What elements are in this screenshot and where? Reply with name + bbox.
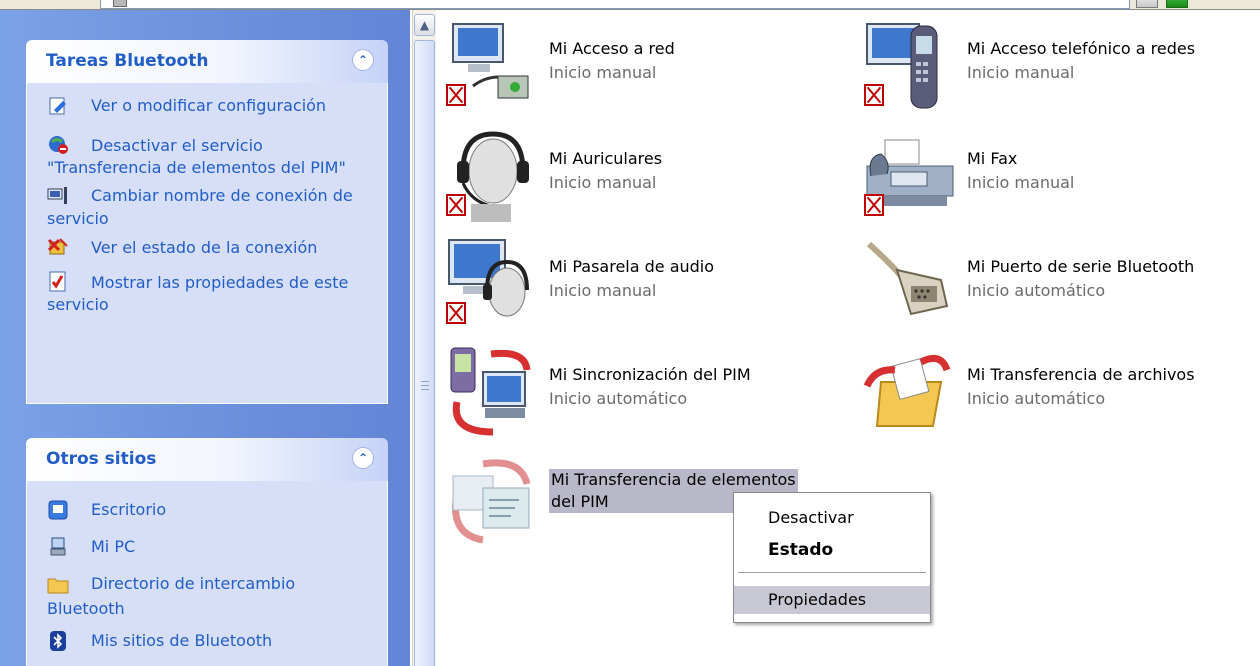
grip-icon	[421, 381, 429, 390]
service-status: Inicio automático	[549, 389, 688, 408]
collapse-chevron-icon[interactable]: ⌃	[352, 49, 374, 71]
service-status: Inicio manual	[549, 173, 657, 192]
task-disable-service[interactable]: Desactivar el servicio "Transferencia de…	[47, 134, 373, 179]
panel-header[interactable]: Tareas Bluetooth ⌃	[26, 40, 388, 83]
service-name-line2: del PIM	[551, 492, 609, 511]
my-computer-icon	[47, 537, 69, 559]
disabled-x-icon	[446, 194, 466, 216]
service-status: Inicio manual	[967, 173, 1075, 192]
disabled-x-icon	[446, 84, 466, 106]
context-menu: Desactivar Estado Propiedades	[733, 492, 931, 623]
service-name: Mi Auriculares	[549, 149, 663, 168]
desktop-icon	[47, 500, 69, 522]
address-dropdown-button[interactable]	[1136, 0, 1158, 8]
place-my-computer[interactable]: Mi PC	[47, 536, 373, 559]
panel-bluetooth-tasks: Tareas Bluetooth ⌃ Ver o modificar confi…	[26, 40, 388, 404]
collapse-chevron-icon[interactable]: ⌃	[352, 447, 374, 469]
properties-icon	[47, 271, 69, 293]
menu-item-disable[interactable]: Desactivar	[734, 504, 930, 532]
address-field[interactable]	[100, 0, 1130, 9]
panel-other-places: Otros sitios ⌃ Escritorio Mi PC Director…	[26, 438, 388, 666]
service-item[interactable]: Mi Sincronización del PIM Inicio automát…	[443, 342, 843, 442]
serial-port-icon	[861, 234, 961, 334]
service-item[interactable]: Mi Transferencia de archivos Inicio auto…	[861, 342, 1260, 442]
panel-header[interactable]: Otros sitios ⌃	[26, 438, 388, 481]
service-name: Mi Acceso telefónico a redes	[967, 39, 1196, 58]
service-item[interactable]: Mi Fax Inicio manual	[861, 126, 1260, 226]
task-pane: Tareas Bluetooth ⌃ Ver o modificar confi…	[0, 10, 410, 666]
service-status: Inicio manual	[967, 63, 1075, 82]
task-view-connection-status[interactable]: Ver el estado de la conexión	[47, 236, 373, 259]
audio-gateway-icon	[443, 234, 543, 334]
service-name: Mi Puerto de serie Bluetooth	[967, 257, 1195, 276]
service-name: Mi Acceso a red	[549, 39, 675, 58]
service-name: Mi Fax	[967, 149, 1018, 168]
panel-title: Tareas Bluetooth	[46, 51, 209, 71]
headset-icon	[443, 126, 543, 226]
task-show-properties[interactable]: Mostrar las propiedades de este servicio	[47, 271, 373, 316]
pim-item-transfer-icon	[443, 454, 543, 554]
service-item[interactable]: Mi Acceso a red Inicio manual	[443, 16, 843, 116]
panel-title: Otros sitios	[46, 449, 157, 469]
place-my-bluetooth-places[interactable]: Mis sitios de Bluetooth	[47, 630, 373, 653]
scroll-thumb[interactable]	[414, 40, 435, 666]
file-transfer-icon	[861, 342, 961, 442]
panel-body: Ver o modificar configuración Desactivar…	[26, 83, 388, 404]
disable-service-icon	[47, 134, 69, 156]
place-bluetooth-exchange-folder[interactable]: Directorio de intercambio Bluetooth	[47, 573, 373, 620]
scroll-up-arrow-icon[interactable]: ▲	[414, 14, 435, 36]
task-rename-connection[interactable]: Cambiar nombre de conexión de servicio	[47, 185, 373, 230]
go-button[interactable]	[1166, 0, 1188, 8]
bluetooth-icon	[47, 631, 69, 653]
service-item[interactable]: Mi Puerto de serie Bluetooth Inicio auto…	[861, 234, 1260, 334]
service-name: Mi Pasarela de audio	[549, 257, 715, 276]
service-name: Mi Sincronización del PIM	[549, 365, 751, 384]
pim-sync-icon	[443, 342, 543, 442]
service-name: Mi Transferencia de archivos	[967, 365, 1195, 384]
fax-icon	[861, 126, 961, 226]
panel-body: Escritorio Mi PC Directorio de intercamb…	[26, 481, 388, 666]
service-status: Inicio manual	[549, 63, 657, 82]
settings-edit-icon	[47, 96, 69, 118]
menu-item-status[interactable]: Estado	[734, 536, 930, 564]
address-folder-icon	[113, 0, 127, 7]
task-view-settings[interactable]: Ver o modificar configuración	[47, 95, 373, 118]
place-desktop[interactable]: Escritorio	[47, 499, 373, 522]
service-name-line1: Mi Transferencia de elementos	[551, 470, 796, 489]
address-bar-strip	[0, 0, 1260, 10]
menu-item-properties[interactable]: Propiedades	[734, 586, 930, 614]
disabled-x-icon	[864, 194, 884, 216]
service-status: Inicio automático	[967, 389, 1106, 408]
menu-separator	[738, 572, 926, 573]
disabled-x-icon	[864, 84, 884, 106]
network-access-icon	[443, 16, 543, 116]
service-item[interactable]: Mi Auriculares Inicio manual	[443, 126, 843, 226]
disabled-x-icon	[446, 302, 466, 324]
service-item[interactable]: Mi Acceso telefónico a redes Inicio manu…	[861, 16, 1260, 116]
vertical-scrollbar[interactable]: ▲	[412, 10, 436, 666]
dialup-phone-icon	[861, 16, 961, 116]
service-status: Inicio manual	[549, 281, 657, 300]
folder-icon	[47, 576, 69, 598]
connection-status-icon	[47, 236, 69, 258]
service-status: Inicio automático	[967, 281, 1106, 300]
service-item[interactable]: Mi Pasarela de audio Inicio manual	[443, 234, 843, 334]
rename-connection-icon	[47, 186, 69, 208]
